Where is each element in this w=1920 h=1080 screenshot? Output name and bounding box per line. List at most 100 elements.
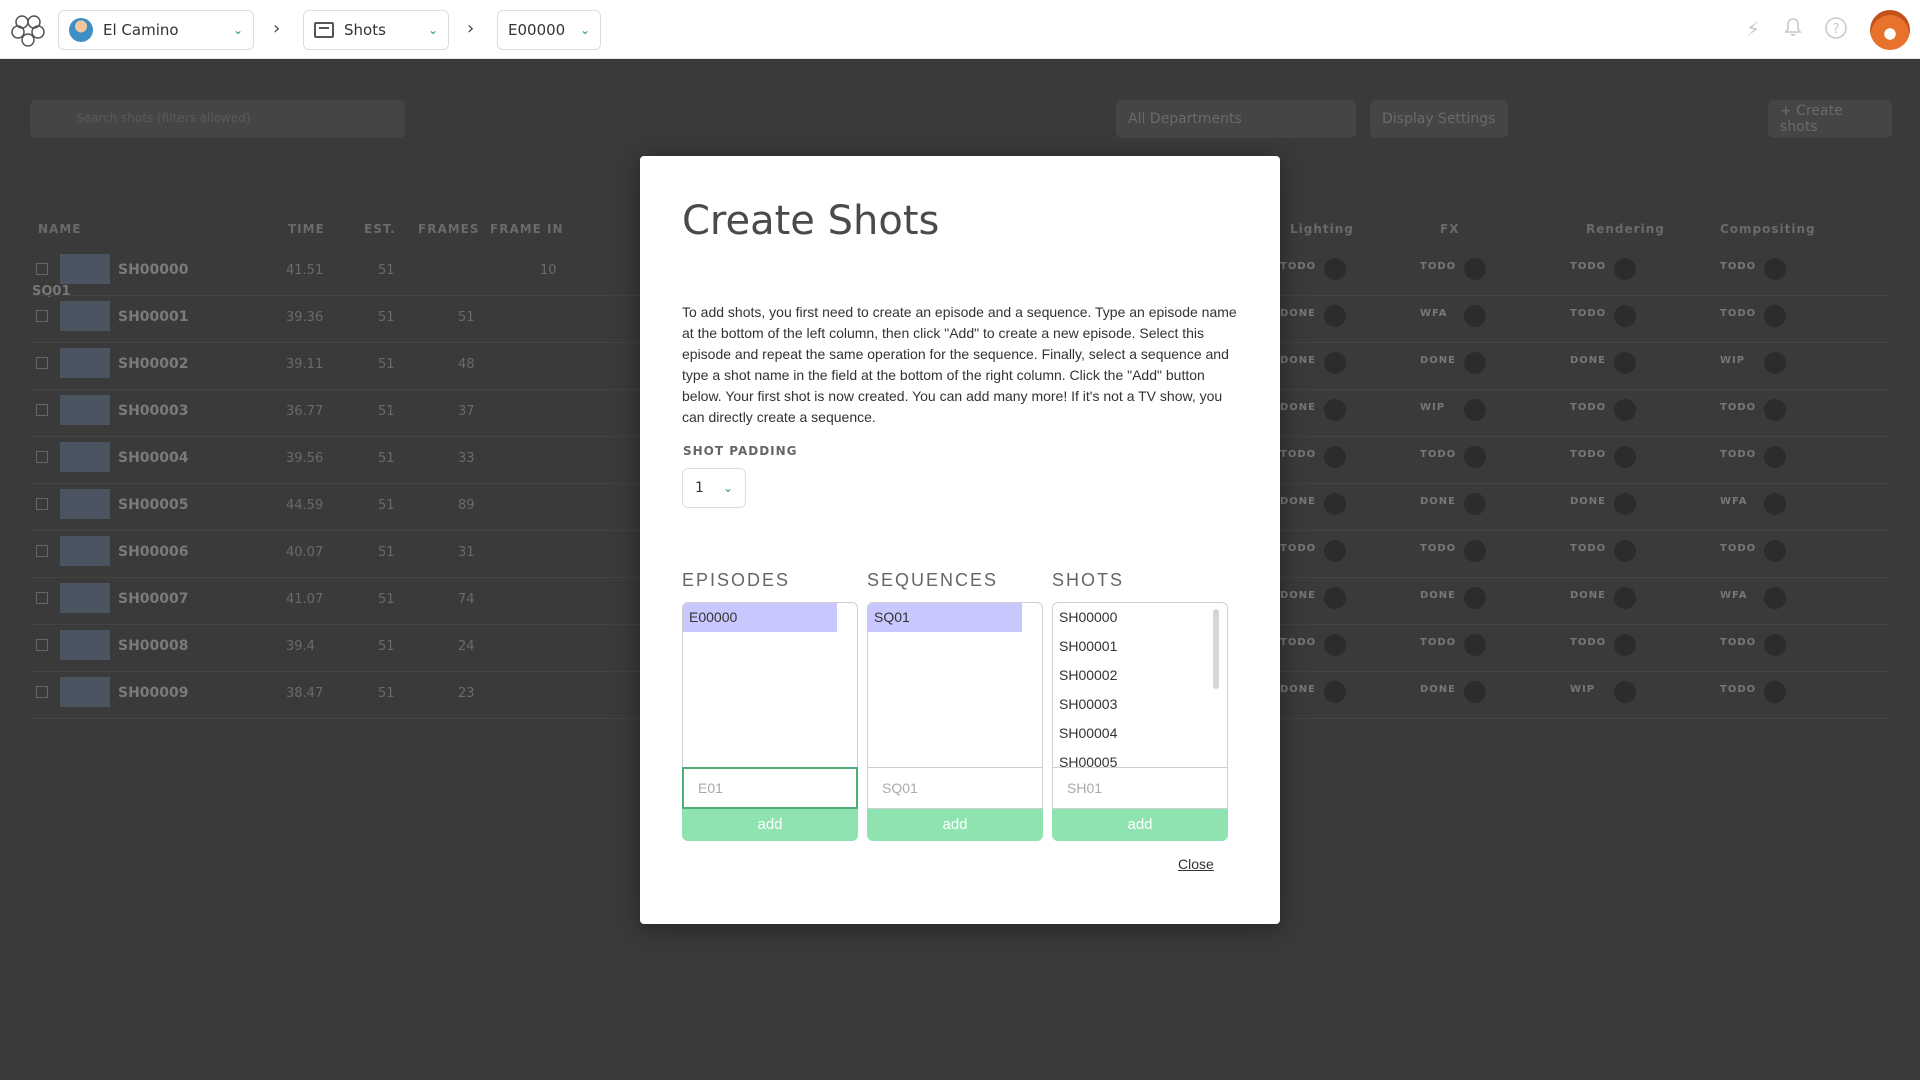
shot-name[interactable]: SH00001 xyxy=(118,309,189,325)
shot-thumbnail xyxy=(60,348,110,378)
cell-time: 36.77 xyxy=(286,404,324,419)
status-badge[interactable]: TODO xyxy=(1570,637,1606,648)
status-badge[interactable]: TODO xyxy=(1720,261,1756,272)
add-shot-button[interactable]: add xyxy=(1052,809,1228,841)
shot-name[interactable]: SH00002 xyxy=(118,356,189,372)
section-selector[interactable]: Shots ⌄ xyxy=(303,10,449,50)
status-badge[interactable]: WFA xyxy=(1720,590,1747,601)
status-badge[interactable]: TODO xyxy=(1570,449,1606,460)
status-badge[interactable]: WIP xyxy=(1420,402,1445,413)
status-badge[interactable]: TODO xyxy=(1420,637,1456,648)
shot-item[interactable]: SH00000 xyxy=(1053,603,1227,632)
status-badge[interactable]: DONE xyxy=(1570,496,1606,507)
shots-list-scrollbar[interactable] xyxy=(1213,609,1219,689)
status-badge[interactable]: TODO xyxy=(1720,637,1756,648)
create-shots-button[interactable]: + Create shots xyxy=(1768,100,1892,138)
bell-icon[interactable] xyxy=(1780,16,1806,42)
departments-select[interactable]: All Departments xyxy=(1116,100,1356,138)
status-badge[interactable]: DONE xyxy=(1280,308,1316,319)
shots-list[interactable]: SH00000 SH00001 SH00002 SH00003 SH00004 … xyxy=(1052,602,1228,767)
status-badge[interactable]: WIP xyxy=(1720,355,1745,366)
status-badge[interactable]: DONE xyxy=(1420,355,1456,366)
status-badge[interactable]: TODO xyxy=(1570,402,1606,413)
episode-item[interactable]: E00000 xyxy=(683,603,837,632)
status-badge[interactable]: DONE xyxy=(1570,590,1606,601)
row-checkbox[interactable] xyxy=(36,639,48,651)
status-badge[interactable]: TODO xyxy=(1720,684,1756,695)
cell-est: 51 xyxy=(378,404,395,419)
status-badge[interactable]: TODO xyxy=(1570,308,1606,319)
row-checkbox[interactable] xyxy=(36,404,48,416)
episodes-list: E00000 xyxy=(682,602,858,767)
status-badge[interactable]: DONE xyxy=(1280,684,1316,695)
shot-name[interactable]: SH00008 xyxy=(118,638,189,654)
status-badge[interactable]: TODO xyxy=(1280,261,1316,272)
status-badge[interactable]: WFA xyxy=(1420,308,1447,319)
status-badge[interactable]: TODO xyxy=(1570,543,1606,554)
status-badge[interactable]: TODO xyxy=(1720,543,1756,554)
status-badge[interactable]: DONE xyxy=(1280,496,1316,507)
shot-item[interactable]: SH00005 xyxy=(1053,748,1227,767)
shot-name[interactable]: SH00000 xyxy=(118,262,189,278)
display-settings-button[interactable]: Display Settings xyxy=(1370,100,1508,138)
status-badge[interactable]: TODO xyxy=(1570,261,1606,272)
status-badge[interactable]: DONE xyxy=(1280,590,1316,601)
row-checkbox[interactable] xyxy=(36,263,48,275)
row-checkbox[interactable] xyxy=(36,686,48,698)
row-checkbox[interactable] xyxy=(36,310,48,322)
status-badge[interactable]: TODO xyxy=(1720,308,1756,319)
lightning-icon[interactable]: ⚡ xyxy=(1740,16,1766,42)
status-badge[interactable]: DONE xyxy=(1280,355,1316,366)
status-badge[interactable]: TODO xyxy=(1720,402,1756,413)
search-input[interactable]: Search shots (filters allowed) xyxy=(30,100,405,138)
episode-name-input[interactable]: E01 xyxy=(682,767,858,809)
row-checkbox[interactable] xyxy=(36,592,48,604)
shot-padding-select[interactable]: 1 ⌄ xyxy=(682,468,746,508)
production-selector[interactable]: El Camino ⌄ xyxy=(58,10,254,50)
status-badge[interactable]: DONE xyxy=(1570,355,1606,366)
shot-name[interactable]: SH00006 xyxy=(118,544,189,560)
sequences-list: SQ01 xyxy=(867,602,1043,767)
row-checkbox[interactable] xyxy=(36,545,48,557)
status-badge[interactable]: WIP xyxy=(1570,684,1595,695)
shot-item[interactable]: SH00003 xyxy=(1053,690,1227,719)
user-avatar[interactable] xyxy=(1870,10,1910,50)
shot-thumbnail xyxy=(60,301,110,331)
status-badge[interactable]: TODO xyxy=(1420,543,1456,554)
shot-name[interactable]: SH00009 xyxy=(118,685,189,701)
assignee-avatar xyxy=(1614,258,1636,280)
status-badge[interactable]: TODO xyxy=(1720,449,1756,460)
sequences-column: SEQUENCES SQ01 SQ01 add xyxy=(867,570,1043,841)
status-badge[interactable]: DONE xyxy=(1420,496,1456,507)
help-icon[interactable]: ? xyxy=(1823,16,1849,42)
episode-selector[interactable]: E00000 ⌄ xyxy=(497,10,601,50)
status-badge[interactable]: TODO xyxy=(1420,449,1456,460)
row-checkbox[interactable] xyxy=(36,451,48,463)
close-button[interactable]: Close xyxy=(1178,856,1214,872)
status-badge[interactable]: TODO xyxy=(1280,449,1316,460)
shot-name[interactable]: SH00003 xyxy=(118,403,189,419)
status-badge[interactable]: DONE xyxy=(1420,684,1456,695)
shot-item[interactable]: SH00004 xyxy=(1053,719,1227,748)
status-badge[interactable]: TODO xyxy=(1280,543,1316,554)
sequence-name-input[interactable]: SQ01 xyxy=(867,767,1043,809)
shot-name[interactable]: SH00005 xyxy=(118,497,189,513)
add-sequence-button[interactable]: add xyxy=(867,809,1043,841)
production-name: El Camino xyxy=(103,21,179,39)
row-checkbox[interactable] xyxy=(36,498,48,510)
status-badge[interactable]: WFA xyxy=(1720,496,1747,507)
shot-name[interactable]: SH00004 xyxy=(118,450,189,466)
shot-item[interactable]: SH00001 xyxy=(1053,632,1227,661)
status-badge[interactable]: TODO xyxy=(1280,637,1316,648)
shot-name[interactable]: SH00007 xyxy=(118,591,189,607)
shot-item[interactable]: SH00002 xyxy=(1053,661,1227,690)
row-checkbox[interactable] xyxy=(36,357,48,369)
sequence-item[interactable]: SQ01 xyxy=(868,603,1022,632)
logo-icon[interactable] xyxy=(10,12,46,48)
modal-description: To add shots, you first need to create a… xyxy=(682,304,1237,425)
status-badge[interactable]: TODO xyxy=(1420,261,1456,272)
status-badge[interactable]: DONE xyxy=(1420,590,1456,601)
shot-name-input[interactable]: SH01 xyxy=(1052,767,1228,809)
status-badge[interactable]: DONE xyxy=(1280,402,1316,413)
add-episode-button[interactable]: add xyxy=(682,809,858,841)
